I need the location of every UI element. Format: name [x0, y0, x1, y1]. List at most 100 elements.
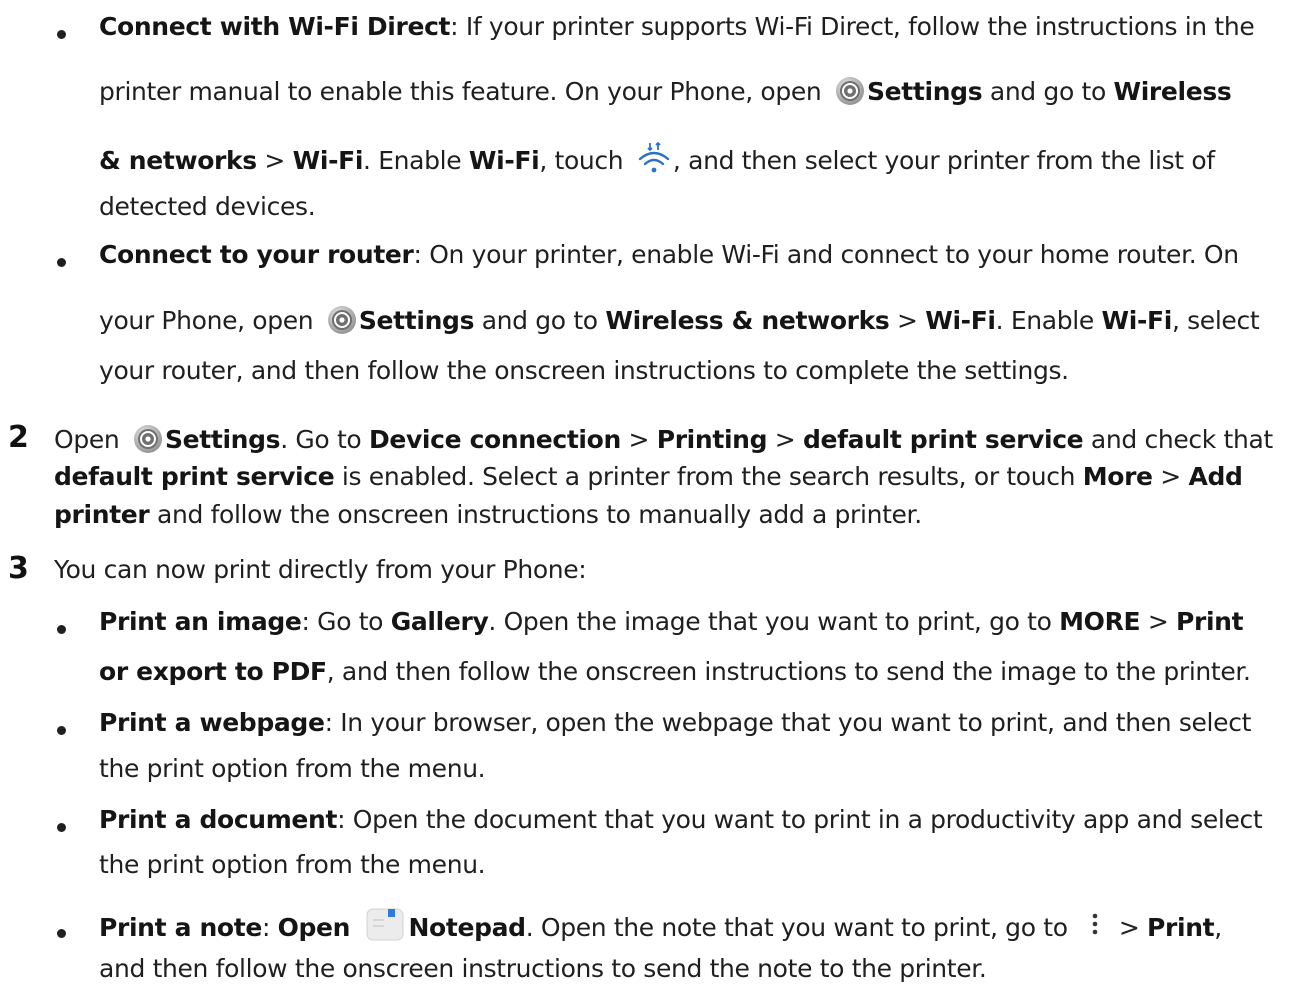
text-line: and then follow the onscreen instruction… — [99, 954, 987, 984]
bold-term: Wi-Fi — [1101, 306, 1173, 335]
text-line: & networks > Wi-Fi. Enable Wi-Fi, touch … — [99, 141, 1215, 182]
text-run: , touch — [539, 146, 631, 175]
text-run: and check that — [1083, 425, 1273, 454]
text-run: the print option from the menu. — [99, 850, 486, 879]
text-run: You can now print directly from your Pho… — [54, 555, 587, 584]
more-vertical-icon — [1081, 910, 1109, 949]
text-run: . Go to — [280, 425, 369, 454]
bullet-marker — [57, 258, 66, 267]
text-run: > — [889, 306, 926, 335]
text-line: Print an image: Go to Gallery. Open the … — [99, 607, 1244, 637]
bold-term: & networks — [99, 146, 257, 175]
bold-term: Add — [1188, 462, 1243, 491]
bold-term: Settings — [358, 306, 475, 335]
text-run: , and then select your printer from the … — [672, 146, 1215, 175]
text-line: or export to PDF, and then follow the on… — [99, 657, 1251, 687]
bold-term: Printing — [656, 425, 768, 454]
text-run: > — [1111, 913, 1148, 942]
text-line: your Phone, open Settings and go to Wire… — [99, 305, 1260, 342]
bold-term: printer — [54, 500, 150, 529]
text-run: , select — [1171, 306, 1260, 335]
bold-term: default print service — [802, 425, 1084, 454]
text-line: printer and follow the onscreen instruct… — [54, 500, 922, 530]
text-run: your Phone, open — [99, 306, 321, 335]
text-run: : On your printer, enable Wi-Fi and conn… — [413, 240, 1240, 269]
text-line: Connect with Wi-Fi Direct: If your print… — [99, 12, 1255, 42]
text-line: Connect to your router: On your printer,… — [99, 240, 1239, 270]
text-run: . Enable — [995, 306, 1102, 335]
text-run: : Go to — [301, 607, 391, 636]
bullet-marker — [57, 30, 66, 39]
text-line: default print service is enabled. Select… — [54, 462, 1243, 492]
bullet-marker — [57, 823, 66, 832]
text-line: You can now print directly from your Pho… — [54, 555, 587, 585]
notepad-icon — [364, 906, 406, 949]
text-line: Print a document: Open the document that… — [99, 805, 1263, 835]
bold-term: Wi-Fi — [468, 146, 540, 175]
text-line: Open Settings. Go to Device connection >… — [54, 424, 1273, 461]
text-run: detected devices. — [99, 192, 316, 221]
bold-term: Wireless & networks — [605, 306, 890, 335]
bullet-marker — [57, 625, 66, 634]
text-run: and go to — [982, 77, 1114, 106]
text-run: Open — [54, 425, 127, 454]
text-line: the print option from the menu. — [99, 754, 486, 784]
bold-term: Print a note — [99, 913, 262, 942]
text-run: : Open the document that you want to pri… — [337, 805, 1263, 834]
bold-term: or export to PDF — [99, 657, 327, 686]
text-run: , — [1214, 913, 1222, 942]
bold-term: Gallery — [390, 607, 489, 636]
text-line: your router, and then follow the onscree… — [99, 356, 1069, 386]
text-run: > — [1140, 607, 1177, 636]
text-run: : — [261, 913, 278, 942]
step-number: 3 — [8, 551, 29, 586]
text-run: > — [1152, 462, 1189, 491]
bold-term: Print a webpage — [99, 708, 325, 737]
bold-term: Settings — [164, 425, 281, 454]
text-line: Print a note: Open Notepad. Open the not… — [99, 906, 1222, 949]
text-line: the print option from the menu. — [99, 850, 486, 880]
text-line: printer manual to enable this feature. O… — [99, 76, 1232, 113]
text-run: > — [256, 146, 293, 175]
text-run: the print option from the menu. — [99, 754, 486, 783]
document-page: Connect with Wi-Fi Direct: If your print… — [0, 0, 1300, 996]
text-run: and then follow the onscreen instruction… — [99, 954, 987, 983]
text-line: Print a webpage: In your browser, open t… — [99, 708, 1251, 738]
bullet-marker — [57, 929, 66, 938]
bold-term: Settings — [867, 77, 983, 106]
text-run: > — [620, 425, 657, 454]
text-run: your router, and then follow the onscree… — [99, 356, 1069, 385]
bold-term: Wi-Fi — [925, 306, 996, 335]
text-line: detected devices. — [99, 192, 316, 222]
bold-term: More — [1082, 462, 1153, 491]
bold-term: Print — [1147, 913, 1215, 942]
settings-icon — [835, 76, 865, 113]
bold-term: Print — [1176, 607, 1244, 636]
settings-icon — [327, 305, 357, 342]
bold-term: MORE — [1059, 607, 1141, 636]
wifi-refresh-icon — [637, 141, 671, 182]
text-run: . Open the image that you want to print,… — [488, 607, 1060, 636]
text-run: is enabled. Select a printer from the se… — [334, 462, 1083, 491]
bold-term: default print service — [54, 462, 335, 491]
text-run: and follow the onscreen instructions to … — [149, 500, 922, 529]
bullet-marker — [57, 726, 66, 735]
bold-term: Print an image — [99, 607, 302, 636]
bold-term: Device connection — [368, 425, 621, 454]
text-run: . Open the note that you want to print, … — [525, 913, 1076, 942]
bold-term: Connect to your router — [99, 240, 414, 269]
bold-term: Wireless — [1113, 77, 1232, 106]
text-run: and go to — [474, 306, 606, 335]
bold-term: Connect with Wi-Fi Direct — [99, 12, 451, 41]
bold-term: Open — [277, 913, 359, 942]
text-run: : If your printer supports Wi-Fi Direct,… — [450, 12, 1255, 41]
settings-icon — [133, 424, 163, 461]
bold-term: Wi-Fi — [292, 146, 364, 175]
text-run: printer manual to enable this feature. O… — [99, 77, 830, 106]
text-run: : In your browser, open the webpage that… — [324, 708, 1252, 737]
text-run: . Enable — [363, 146, 469, 175]
text-run: > — [767, 425, 803, 454]
step-number: 2 — [8, 420, 29, 455]
text-run: , and then follow the onscreen instructi… — [326, 657, 1251, 686]
bold-term: Notepad — [408, 913, 526, 942]
